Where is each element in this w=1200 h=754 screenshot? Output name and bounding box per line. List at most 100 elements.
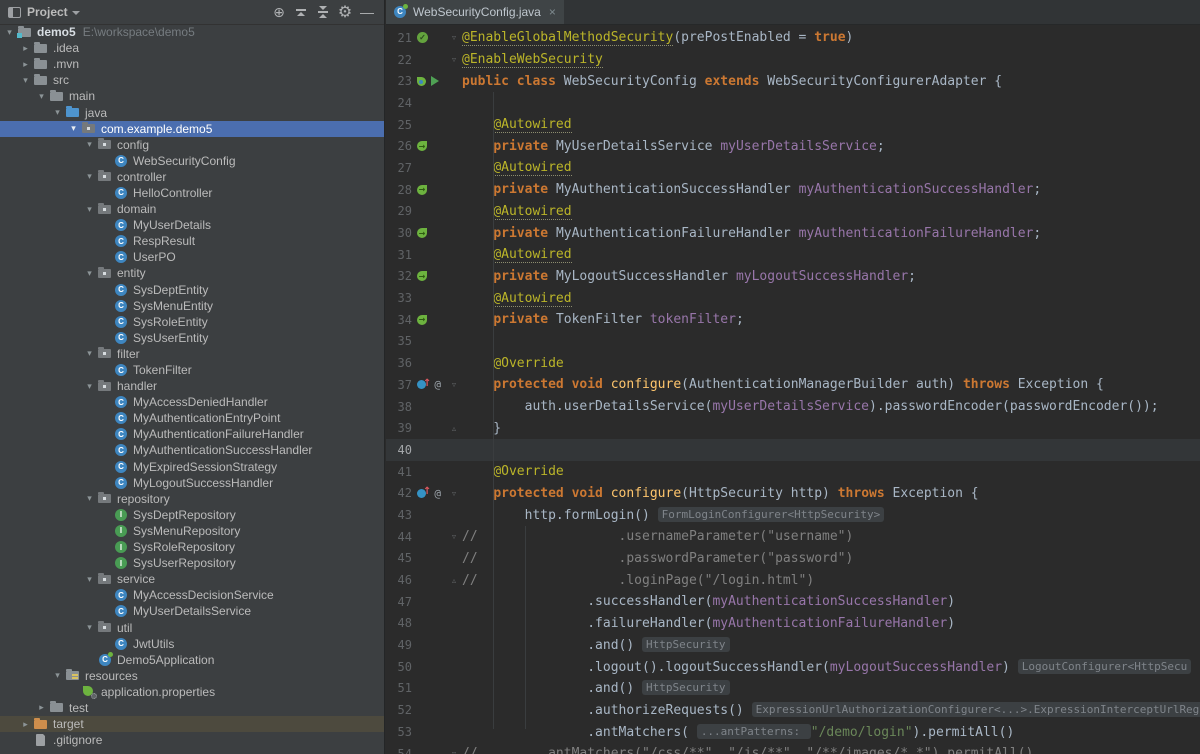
tree-row-myauthenticationsuccesshandler[interactable]: CMyAuthenticationSuccessHandler [0,442,384,458]
code-line-41[interactable]: 41 @Override [386,461,1200,483]
code-line-44[interactable]: 44▿// .usernameParameter("username") [386,526,1200,548]
code-line-50[interactable]: 50 .logout().logoutSuccessHandler(myLogo… [386,656,1200,678]
autowired-icon[interactable]: → [414,185,448,195]
tree-row-sysmenurepository[interactable]: ISysMenuRepository [0,523,384,539]
autowired-icon[interactable]: → [414,141,448,151]
tree-row-domain[interactable]: ▾domain [0,201,384,217]
tree-row-sysroleentity[interactable]: CSysRoleEntity [0,314,384,330]
chevron-down-icon[interactable]: ▾ [68,123,79,134]
chevron-right-icon[interactable]: ▸ [20,719,31,730]
tree-row-myauthenticationfailurehandler[interactable]: CMyAuthenticationFailureHandler [0,426,384,442]
fold-marker-icon[interactable]: ▿ [448,380,460,389]
tree-row-jwtutils[interactable]: CJwtUtils [0,636,384,652]
tree-row--mvn[interactable]: ▸.mvn [0,56,384,72]
code-line-31[interactable]: 31 @Autowired [386,244,1200,266]
fold-marker-icon[interactable]: ▿ [448,33,460,42]
code-line-25[interactable]: 25 @Autowired [386,114,1200,136]
spring-security-icon[interactable]: ✓ [414,32,448,43]
tree-row-sysuserrepository[interactable]: ISysUserRepository [0,555,384,571]
tree-row-src[interactable]: ▾src [0,72,384,88]
expand-all-icon[interactable] [290,2,312,22]
code-line-53[interactable]: 53 .antMatchers( ...antPatterns: "/demo/… [386,721,1200,743]
tree-row-sysdeptentity[interactable]: CSysDeptEntity [0,282,384,298]
chevron-down-icon[interactable]: ▾ [84,268,95,279]
chevron-down-icon[interactable]: ▾ [36,91,47,102]
fold-marker-icon[interactable]: ▵ [448,424,460,433]
chevron-down-icon[interactable]: ▾ [20,75,31,86]
code-line-23[interactable]: 23public class WebSecurityConfig extends… [386,70,1200,92]
autowired-icon[interactable]: → [414,271,448,281]
code-line-21[interactable]: 21✓▿@EnableGlobalMethodSecurity(prePostE… [386,27,1200,49]
project-tree[interactable]: ▾demo5E:\workspace\demo5▸.idea▸.mvn▾src▾… [0,24,384,754]
tree-row-sysuserentity[interactable]: CSysUserEntity [0,330,384,346]
tree-row-tokenfilter[interactable]: CTokenFilter [0,362,384,378]
autowired-icon[interactable]: → [414,315,448,325]
tree-row-sysdeptrepository[interactable]: ISysDeptRepository [0,507,384,523]
autowired-icon[interactable]: → [414,228,448,238]
tree-row-myuserdetailsservice[interactable]: CMyUserDetailsService [0,603,384,619]
tree-row-demo5application[interactable]: CDemo5Application [0,652,384,668]
chevron-down-icon[interactable]: ▾ [84,622,95,633]
tree-row-com-example-demo5[interactable]: ▾com.example.demo5 [0,121,384,137]
code-line-54[interactable]: 54▿// .antMatchers("/css/**", "/js/**", … [386,743,1200,754]
chevron-down-icon[interactable]: ▾ [84,348,95,359]
tree-row-handler[interactable]: ▾handler [0,378,384,394]
tree-row-repository[interactable]: ▾repository [0,491,384,507]
code-line-37[interactable]: 37↑@▿ protected void configure(Authentic… [386,374,1200,396]
override-annotated-icon[interactable]: ↑@ [414,487,448,500]
tree-row-demo5[interactable]: ▾demo5E:\workspace\demo5 [0,24,384,40]
chevron-down-icon[interactable]: ▾ [84,574,95,585]
code-line-47[interactable]: 47 .successHandler(myAuthenticationSucce… [386,591,1200,613]
override-annotated-icon[interactable]: ↑@ [414,378,448,391]
locate-icon[interactable]: ⊕ [268,2,290,22]
code-line-46[interactable]: 46▵// .loginPage("/login.html") [386,569,1200,591]
code-line-36[interactable]: 36 @Override [386,352,1200,374]
chevron-right-icon[interactable]: ▸ [36,702,47,713]
code-line-28[interactable]: 28→ private MyAuthenticationSuccessHandl… [386,179,1200,201]
code-line-52[interactable]: 52 .authorizeRequests() ExpressionUrlAut… [386,699,1200,721]
tree-row-util[interactable]: ▾util [0,619,384,635]
chevron-down-icon[interactable]: ▾ [84,493,95,504]
settings-icon[interactable]: ⚙ [334,2,356,22]
fold-marker-icon[interactable]: ▿ [448,749,460,754]
code-line-32[interactable]: 32→ private MyLogoutSuccessHandler myLog… [386,266,1200,288]
fold-marker-icon[interactable]: ▿ [448,55,460,64]
chevron-down-icon[interactable]: ▾ [84,139,95,150]
code-line-26[interactable]: 26→ private MyUserDetailsService myUserD… [386,135,1200,157]
tree-row-target[interactable]: ▸target [0,716,384,732]
code-line-34[interactable]: 34→ private TokenFilter tokenFilter; [386,309,1200,331]
tree-row-myexpiredsessionstrategy[interactable]: CMyExpiredSessionStrategy [0,459,384,475]
code-line-33[interactable]: 33 @Autowired [386,287,1200,309]
tree-row-service[interactable]: ▾service [0,571,384,587]
tree-row-myauthenticationentrypoint[interactable]: CMyAuthenticationEntryPoint [0,410,384,426]
chevron-down-icon[interactable] [72,11,80,15]
code-line-35[interactable]: 35 [386,331,1200,353]
tree-row-resources[interactable]: ▾resources [0,668,384,684]
tree-row-entity[interactable]: ▾entity [0,265,384,281]
code-line-27[interactable]: 27 @Autowired [386,157,1200,179]
code-line-51[interactable]: 51 .and() HttpSecurity [386,678,1200,700]
tree-row-main[interactable]: ▾main [0,88,384,104]
tree-row-config[interactable]: ▾config [0,137,384,153]
fold-marker-icon[interactable]: ▵ [448,576,460,585]
tree-row-websecurityconfig[interactable]: CWebSecurityConfig [0,153,384,169]
code-line-29[interactable]: 29 @Autowired [386,201,1200,223]
tree-row-controller[interactable]: ▾controller [0,169,384,185]
spring-bean-run-icon[interactable] [414,76,448,86]
chevron-down-icon[interactable]: ▾ [84,381,95,392]
tab-websecurityconfig[interactable]: C WebSecurityConfig.java × [386,0,564,24]
code-line-22[interactable]: 22▿@EnableWebSecurity [386,49,1200,71]
collapse-all-icon[interactable] [312,2,334,22]
tree-row-hellocontroller[interactable]: CHelloController [0,185,384,201]
tree-row-myaccessdeniedhandler[interactable]: CMyAccessDeniedHandler [0,394,384,410]
tree-row-sysrolerepository[interactable]: ISysRoleRepository [0,539,384,555]
tree-row-mylogoutsuccesshandler[interactable]: CMyLogoutSuccessHandler [0,475,384,491]
code-line-49[interactable]: 49 .and() HttpSecurity [386,634,1200,656]
chevron-right-icon[interactable]: ▸ [20,59,31,70]
chevron-right-icon[interactable]: ▸ [20,43,31,54]
hide-icon[interactable]: — [356,2,378,22]
code-line-30[interactable]: 30→ private MyAuthenticationFailureHandl… [386,222,1200,244]
chevron-down-icon[interactable]: ▾ [52,670,63,681]
code-line-43[interactable]: 43 http.formLogin() FormLoginConfigurer<… [386,504,1200,526]
tree-row-application-properties[interactable]: application.properties [0,684,384,700]
